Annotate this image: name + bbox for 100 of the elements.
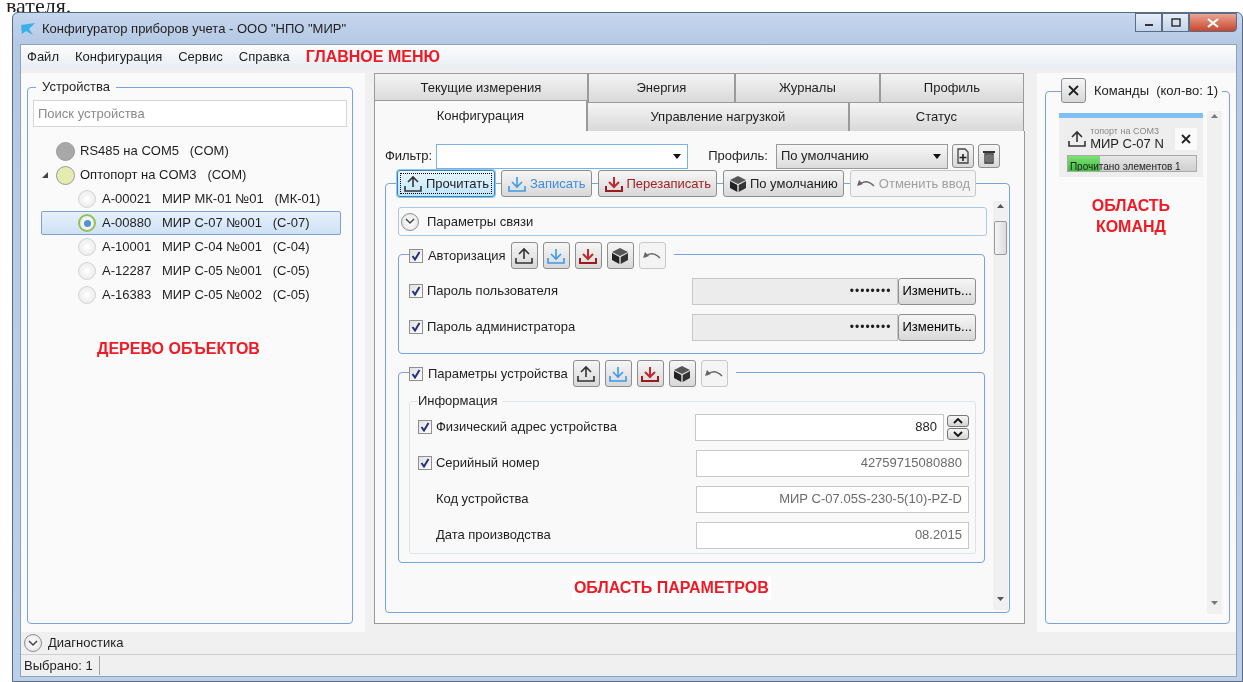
trash-icon	[981, 148, 996, 164]
field-label: Серийный номер	[435, 454, 540, 473]
maximize-button[interactable]	[1162, 13, 1189, 32]
download-icon	[640, 364, 661, 383]
checkbox[interactable]	[408, 366, 423, 381]
status-text: Выбрано: 1	[24, 655, 100, 676]
window-title: Конфигуратор приборов учета - ООО "НПО "МИР"	[42, 19, 347, 38]
annotation-label: ГЛАВНОЕ МЕНЮ	[305, 47, 440, 67]
download-icon	[608, 364, 629, 383]
tree-item[interactable]: A-16383 МИР С-05 №002 (С-05)	[41, 283, 341, 307]
toolbar-button[interactable]: По умолчанию	[722, 170, 844, 197]
checkbox[interactable]	[417, 420, 432, 434]
menu-item[interactable]: Файл	[27, 47, 59, 67]
group-title: Информация	[417, 393, 504, 409]
password-field[interactable]: ••••••••	[691, 277, 899, 305]
close-button[interactable]	[1175, 127, 1197, 150]
scrollbar[interactable]	[1207, 111, 1222, 614]
icon-button[interactable]	[668, 360, 696, 387]
annotation-label: ДЕРЕВО ОБЪЕКТОВ	[97, 339, 260, 359]
scrollbar[interactable]	[992, 201, 1008, 610]
close-button[interactable]	[1060, 78, 1086, 103]
field-label: Пароль администратора	[426, 318, 576, 337]
dropdown-arrow-icon	[932, 153, 941, 159]
chevron-icon	[28, 639, 38, 647]
upload-icon	[402, 174, 423, 193]
tree-item[interactable]: A-00021 МИР МК-01 №01 (МК-01)	[41, 187, 341, 211]
spin-up-button[interactable]	[946, 414, 969, 427]
field-label: Дата производства	[435, 526, 551, 545]
dropdown-arrow-icon	[673, 153, 682, 159]
cube-icon	[611, 246, 630, 265]
icon-button[interactable]	[572, 360, 600, 387]
check-icon	[410, 322, 421, 332]
group-title: Авторизация	[427, 246, 506, 265]
profile-dropdown[interactable]: По умолчанию	[775, 143, 948, 169]
download-icon	[546, 246, 567, 265]
expander-label: Параметры связи	[426, 212, 534, 231]
download-icon	[578, 246, 599, 265]
tab[interactable]: Управление нагрузкой	[586, 102, 849, 131]
upload-icon	[514, 246, 535, 265]
checkbox[interactable]	[417, 456, 432, 470]
minimize-button[interactable]	[1135, 13, 1162, 32]
panel-title: Команды (кол-во: 1)	[1093, 81, 1218, 100]
icon-button[interactable]	[636, 360, 664, 387]
tree-item[interactable]: A-12287 МИР С-05 №001 (С-05)	[41, 259, 341, 283]
tree-item[interactable]: Оптопорт на COM3 (COM)	[80, 165, 247, 185]
chevron-icon	[404, 218, 415, 225]
change-button[interactable]: Изменить...	[898, 277, 976, 305]
icon-button[interactable]	[574, 242, 602, 269]
check-icon	[410, 368, 421, 379]
tab[interactable]: Журналы	[734, 73, 880, 102]
field-label: Фильтр:	[384, 147, 433, 166]
menu-item[interactable]: Сервис	[178, 47, 223, 67]
cube-icon	[728, 174, 747, 193]
field-label: Пароль пользователя	[426, 282, 558, 301]
chevron-up-icon	[952, 417, 963, 424]
change-button[interactable]: Изменить...	[898, 313, 976, 341]
icon-button[interactable]	[510, 242, 538, 269]
tree-item[interactable]: A-10001 МИР С-04 №001 (С-04)	[41, 235, 341, 259]
group-title: Параметры устройства	[427, 364, 568, 383]
tree-item[interactable]: A-00880 МИР С-07 №001 (С-07)	[41, 211, 341, 235]
command-device: МИР С-07 N	[1090, 136, 1164, 151]
annotation-label: ОБЛАСТЬ ПАРАМЕТРОВ	[571, 576, 771, 600]
spin-down-button[interactable]	[946, 427, 969, 440]
tree-item[interactable]: RS485 на COM5 (COM)	[80, 141, 229, 161]
check-icon	[419, 422, 430, 432]
number-field[interactable]: 880	[694, 413, 944, 441]
maximize-icon	[1170, 18, 1181, 27]
delete-button[interactable]	[977, 144, 1000, 168]
tab[interactable]: Конфигурация	[373, 100, 587, 131]
expander-header[interactable]: Диагностика	[21, 632, 1236, 654]
upload-icon	[1066, 129, 1087, 148]
tab[interactable]: Профиль	[879, 73, 1024, 102]
add-file-icon	[955, 148, 970, 164]
search-field[interactable]: Поиск устройства	[33, 100, 347, 127]
close-icon	[1181, 133, 1191, 144]
checkbox[interactable]	[408, 320, 423, 334]
toolbar-button[interactable]: Прочитать	[396, 170, 495, 197]
add-button[interactable]	[951, 144, 974, 168]
expander-label: Диагностика	[48, 634, 124, 653]
checkbox[interactable]	[408, 284, 423, 298]
download-icon	[506, 174, 527, 193]
expander-header[interactable]: Параметры связи	[397, 207, 987, 236]
upload-icon	[576, 364, 597, 383]
toolbar-button[interactable]: Перезаписать	[597, 170, 717, 197]
menu-item[interactable]: Справка	[238, 47, 290, 67]
field-label: Профиль:	[708, 147, 768, 166]
close-icon	[1067, 85, 1079, 96]
menu-item[interactable]: Конфигурация	[74, 47, 163, 67]
tab[interactable]: Статус	[848, 102, 1024, 131]
checkbox[interactable]	[408, 248, 423, 263]
check-icon	[410, 286, 421, 296]
check-icon	[419, 458, 430, 468]
tab[interactable]: Энергия	[587, 73, 735, 102]
tab[interactable]: Текущие измерения	[373, 73, 588, 102]
field-label: Код устройства	[435, 490, 529, 509]
password-field[interactable]: ••••••••	[691, 313, 899, 341]
icon-button[interactable]	[606, 242, 634, 269]
close-icon	[1207, 17, 1219, 28]
scrollbar-thumb[interactable]	[993, 221, 1007, 255]
chevron-down-icon	[952, 430, 963, 437]
